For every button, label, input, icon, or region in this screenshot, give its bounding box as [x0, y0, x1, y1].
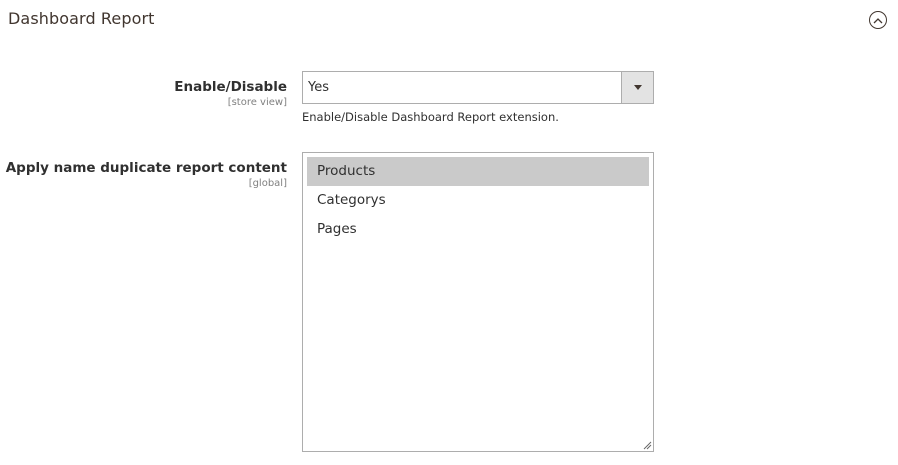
enable-disable-note: Enable/Disable Dashboard Report extensio…	[302, 110, 559, 124]
duplicate-content-scope: [global]	[248, 178, 287, 189]
collapse-toggle-button[interactable]	[869, 11, 887, 29]
duplicate-content-label: Apply name duplicate report content	[5, 160, 287, 176]
enable-disable-label: Enable/Disable	[174, 79, 287, 95]
duplicate-content-multiselect[interactable]: Products Categorys Pages	[302, 152, 654, 452]
resize-grip-icon[interactable]	[642, 440, 652, 450]
chevron-up-icon	[873, 17, 883, 23]
enable-disable-select[interactable]: Yes	[302, 71, 654, 104]
option-products[interactable]: Products	[307, 157, 649, 186]
enable-disable-scope: [store view]	[227, 97, 287, 108]
caret-down-icon	[633, 85, 642, 90]
option-categorys[interactable]: Categorys	[307, 186, 649, 215]
select-value: Yes	[308, 80, 329, 95]
option-pages[interactable]: Pages	[307, 215, 649, 244]
section-title: Dashboard Report	[8, 9, 155, 28]
select-arrow[interactable]	[621, 72, 653, 103]
